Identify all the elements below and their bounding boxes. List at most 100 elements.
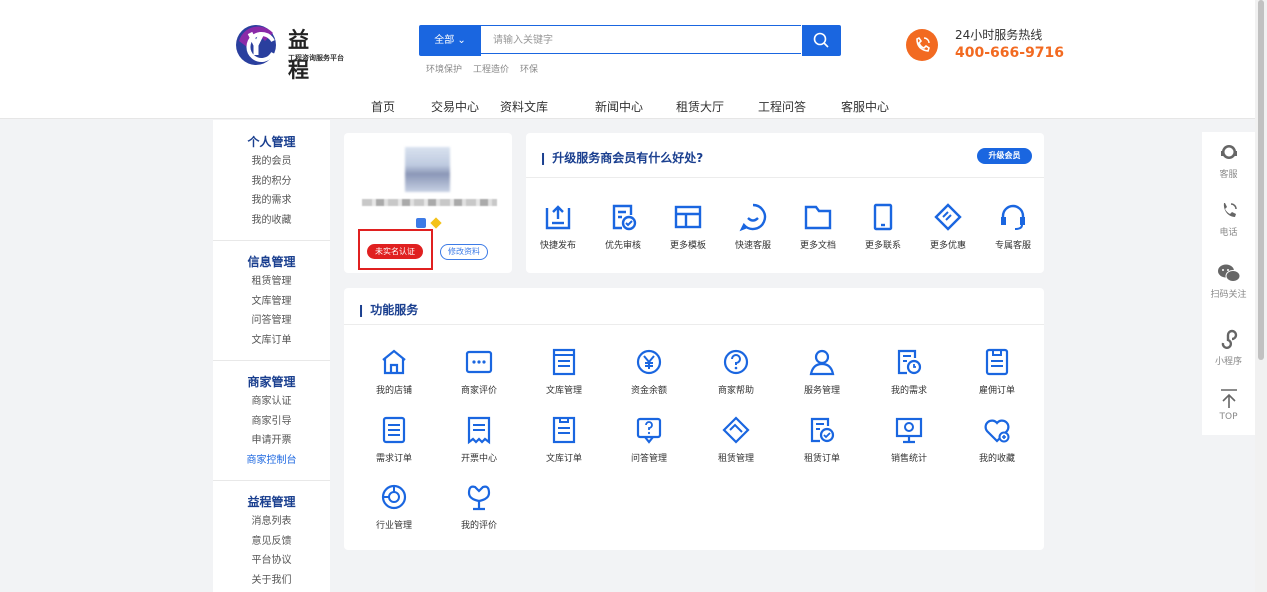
sidebar-item[interactable]: 文库订单 (213, 331, 330, 351)
sidebar-item[interactable]: 平台协议 (213, 551, 330, 571)
customer-service-icon (1220, 145, 1237, 159)
sidebar-item[interactable]: 消息列表 (213, 512, 330, 532)
nav-trading[interactable]: 交易中心 (431, 98, 479, 115)
sidebar-item[interactable]: 商家引导 (213, 412, 330, 432)
search-category-select[interactable]: 全部 ⌄ (419, 25, 481, 56)
nav-service[interactable]: 客服中心 (841, 98, 889, 115)
arrow-up-icon (1220, 389, 1237, 408)
function-label: 商家帮助 (717, 386, 754, 396)
sales-chart-icon (895, 417, 923, 444)
function-rental-order[interactable]: 租赁订单 (787, 414, 857, 464)
search-category-label: 全部 (434, 35, 455, 46)
nav-rental[interactable]: 租赁大厅 (676, 98, 724, 115)
feature-more-docs[interactable]: 更多文档 (788, 201, 848, 251)
function-qa[interactable]: 问答管理 (614, 414, 684, 464)
site-header: 益 程 工程咨询服务平台 全部 ⌄ 请输入关键字 环境保护 工程造价 环保 24小时… (0, 0, 1255, 119)
feature-priority-review[interactable]: 优先审核 (593, 201, 653, 251)
sidebar-group-merchant: 商家管理 商家认证 商家引导 申请开票 商家控制台 (213, 372, 330, 470)
sidebar-item[interactable]: 我的会员 (213, 152, 330, 172)
mini-program-icon (1221, 329, 1237, 350)
feature-dedicated-support[interactable]: 专属客服 (983, 201, 1043, 251)
profile-card: 未实名认证 修改资料 (344, 133, 512, 273)
function-label: 服务管理 (803, 386, 840, 396)
feature-more-discounts[interactable]: 更多优惠 (918, 201, 978, 251)
function-label: 文库订单 (545, 454, 582, 464)
mobile-icon (873, 203, 893, 231)
float-mini-program[interactable]: 小程序 (1202, 327, 1255, 367)
diamond-badge-icon (430, 217, 442, 229)
search-button[interactable] (802, 25, 841, 56)
hot-keyword[interactable]: 环境保护 (426, 65, 462, 75)
verify-button[interactable]: 未实名认证 (367, 244, 423, 259)
nav-news[interactable]: 新闻中心 (595, 98, 643, 115)
sidebar-item[interactable]: 问答管理 (213, 311, 330, 331)
sidebar-item[interactable]: 我的积分 (213, 172, 330, 192)
feature-quick-publish[interactable]: 快捷发布 (528, 201, 588, 251)
hot-keyword[interactable]: 工程造价 (473, 65, 509, 75)
function-library[interactable]: 文库管理 (529, 346, 599, 396)
float-label: 电话 (1219, 228, 1238, 238)
sidebar-item[interactable]: 申请开票 (213, 431, 330, 451)
shield-badge-icon (416, 218, 426, 228)
phone-icon (906, 29, 938, 61)
sidebar-item[interactable]: 关于我们 (213, 571, 330, 591)
qa-icon (636, 417, 662, 444)
wechat-icon (1217, 264, 1240, 282)
avatar[interactable] (405, 147, 450, 192)
function-label: 需求订单 (375, 454, 412, 464)
search-input[interactable]: 请输入关键字 (481, 25, 801, 54)
function-shop[interactable]: 我的店铺 (359, 346, 429, 396)
float-phone[interactable]: 电话 (1202, 200, 1255, 238)
function-favorite[interactable]: 我的收藏 (962, 414, 1032, 464)
function-sales-chart[interactable]: 销售统计 (874, 414, 944, 464)
sidebar-item[interactable]: 我的需求 (213, 191, 330, 211)
function-service-user[interactable]: 服务管理 (787, 346, 857, 396)
sidebar-item[interactable]: 文库管理 (213, 292, 330, 312)
site-logo[interactable]: 益 程 工程咨询服务平台 (233, 21, 348, 82)
sidebar-divider (213, 240, 330, 241)
function-order[interactable]: 雇佣订单 (962, 346, 1032, 396)
function-list[interactable]: 需求订单 (359, 414, 429, 464)
feature-more-templates[interactable]: 更多模板 (658, 201, 718, 251)
demand-icon (897, 349, 922, 375)
function-label: 销售统计 (890, 454, 927, 464)
function-my-review[interactable]: 我的评价 (444, 481, 514, 531)
function-industry[interactable]: 行业管理 (359, 481, 429, 531)
coupon-icon (934, 203, 962, 231)
sidebar-item[interactable]: 意见反馈 (213, 532, 330, 552)
sidebar-item[interactable]: 租赁管理 (213, 272, 330, 292)
nav-qa[interactable]: 工程问答 (758, 98, 806, 115)
search-icon (813, 32, 829, 48)
hot-keyword[interactable]: 环保 (520, 65, 538, 75)
function-handshake[interactable]: 租赁管理 (701, 414, 771, 464)
floating-toolbar: 客服 电话 扫码关注 小程序 TOP (1202, 132, 1255, 435)
scrollbar-thumb[interactable] (1258, 0, 1264, 360)
upgrade-button[interactable]: 升级会员 (977, 148, 1032, 164)
nav-home[interactable]: 首页 (371, 98, 395, 115)
shop-icon (382, 349, 406, 375)
nav-library[interactable]: 资料文库 (500, 98, 548, 115)
sidebar-item-active[interactable]: 商家控制台 (213, 451, 330, 471)
sidebar-group-personal: 个人管理 我的会员 我的积分 我的需求 我的收藏 (213, 132, 330, 230)
back-to-top-button[interactable]: TOP (1202, 387, 1255, 422)
float-wechat[interactable]: 扫码关注 (1202, 262, 1255, 300)
function-library-order[interactable]: 文库订单 (529, 414, 599, 464)
feature-more-contacts[interactable]: 更多联系 (853, 201, 913, 251)
function-invoice[interactable]: 开票中心 (444, 414, 514, 464)
divider (526, 177, 1044, 178)
functions-title-text: 功能服务 (370, 303, 419, 317)
folder-icon (804, 205, 832, 230)
function-review[interactable]: 商家评价 (444, 346, 514, 396)
function-yuan[interactable]: 资金余额 (614, 346, 684, 396)
sidebar-group-title: 益程管理 (247, 495, 296, 509)
template-icon (674, 205, 702, 229)
feature-label: 优先审核 (604, 241, 641, 251)
sidebar-item[interactable]: 我的收藏 (213, 211, 330, 231)
function-help[interactable]: 商家帮助 (701, 346, 771, 396)
float-customer-service[interactable]: 客服 (1202, 142, 1255, 180)
sidebar-item[interactable]: 商家认证 (213, 392, 330, 412)
feature-fast-support[interactable]: 快速客服 (723, 201, 783, 251)
function-demand[interactable]: 我的需求 (874, 346, 944, 396)
edit-profile-button[interactable]: 修改资料 (440, 244, 488, 260)
invoice-icon (467, 416, 491, 445)
